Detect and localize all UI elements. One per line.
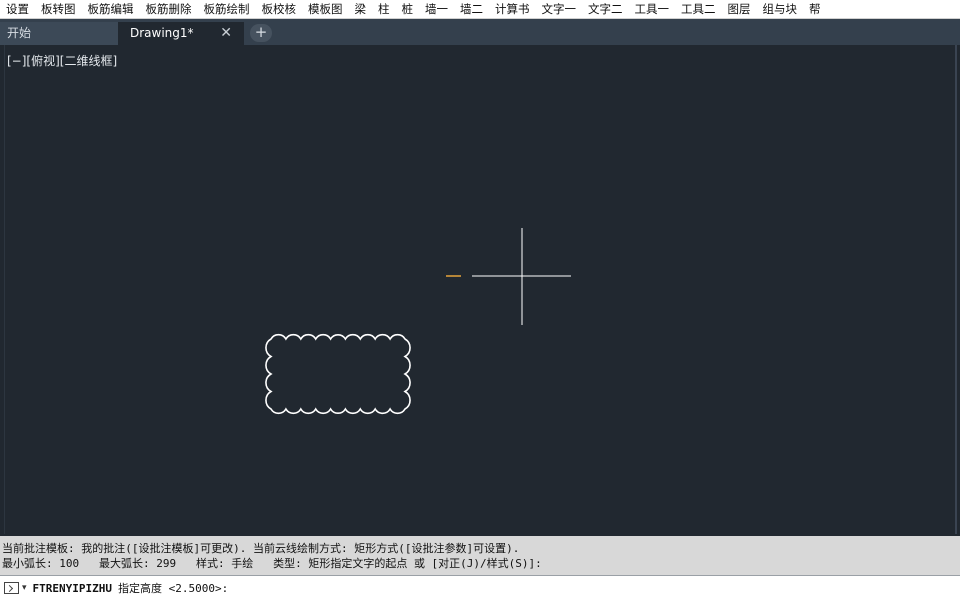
menu-text-2[interactable]: 文字二 (582, 0, 629, 18)
menu-rebar-edit[interactable]: 板筋编辑 (82, 0, 140, 18)
history-line-2: 最小弧长: 100 最大弧长: 299 样式: 手绘 类型: 矩形指定文字的起点… (2, 557, 542, 570)
menu-rebar-draw[interactable]: 板筋绘制 (198, 0, 256, 18)
menu-rebar-delete[interactable]: 板筋删除 (140, 0, 198, 18)
menu-wall-2[interactable]: 墙二 (454, 0, 489, 18)
menu-column[interactable]: 柱 (372, 0, 396, 18)
menu-beam[interactable]: 梁 (349, 0, 373, 18)
tab-drawing1[interactable]: Drawing1* ✕ (118, 22, 244, 45)
command-prompt-icon[interactable] (4, 582, 19, 594)
app-window: 设置 板转图 板筋编辑 板筋删除 板筋绘制 板校核 模板图 梁 柱 桩 墙一 墙… (0, 0, 960, 600)
menu-bar: 设置 板转图 板筋编辑 板筋删除 板筋绘制 板校核 模板图 梁 柱 桩 墙一 墙… (0, 0, 960, 19)
menu-wall-1[interactable]: 墙一 (419, 0, 454, 18)
menu-calc-book[interactable]: 计算书 (489, 0, 536, 18)
menu-tools-1[interactable]: 工具一 (629, 0, 676, 18)
menu-formwork[interactable]: 模板图 (302, 0, 349, 18)
menu-help[interactable]: 帮 (803, 0, 827, 18)
menu-slab-to-drawing[interactable]: 板转图 (35, 0, 82, 18)
command-name: FTRENYIPIZHU (32, 581, 113, 595)
tab-start-label: 开始 (7, 26, 32, 40)
chevron-down-icon[interactable]: ▾ (22, 583, 27, 593)
command-history: 当前批注模板: 我的批注([设批注模板]可更改). 当前云线绘制方式: 矩形方式… (0, 536, 960, 575)
menu-settings[interactable]: 设置 (0, 0, 35, 18)
document-tab-bar: 开始 Drawing1* ✕ + (0, 19, 960, 45)
menu-text-1[interactable]: 文字一 (536, 0, 583, 18)
crosshair-cursor (472, 228, 571, 325)
drawing-viewport[interactable]: [−][俯视][二维线框] (4, 45, 957, 534)
menu-layers[interactable]: 图层 (722, 0, 757, 18)
menu-pile[interactable]: 桩 (396, 0, 420, 18)
close-icon[interactable]: ✕ (220, 22, 232, 44)
menu-groups-blocks[interactable]: 组与块 (757, 0, 804, 18)
command-line[interactable]: ▾ FTRENYIPIZHU 指定高度 <2.5000>: (0, 575, 960, 600)
revision-cloud-outline[interactable] (265, 333, 411, 415)
history-line-1: 当前批注模板: 我的批注([设批注模板]可更改). 当前云线绘制方式: 矩形方式… (2, 542, 520, 555)
command-prompt-text[interactable]: 指定高度 <2.5000>: (118, 580, 228, 596)
drawing-canvas[interactable] (5, 45, 958, 534)
menu-tools-2[interactable]: 工具二 (675, 0, 722, 18)
menu-slab-check[interactable]: 板校核 (256, 0, 303, 18)
tab-drawing1-label: Drawing1* (130, 26, 194, 40)
tab-start[interactable]: 开始 (0, 22, 118, 45)
revision-cloud[interactable] (265, 333, 411, 415)
new-tab-button[interactable]: + (250, 24, 272, 42)
